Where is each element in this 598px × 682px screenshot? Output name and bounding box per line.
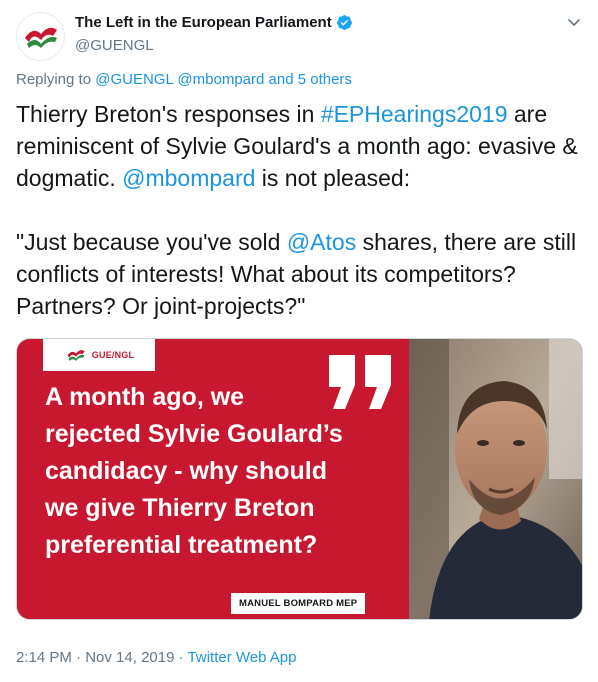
author-handle[interactable]: @GUENGL [75,37,154,54]
media-red-panel: GUE/NGL A month ago, we rejected Sylvie … [17,339,409,619]
headline-line: candidacy - why should [45,457,327,485]
avatar[interactable] [16,12,65,61]
media-logo: GUE/NGL [43,339,155,371]
headline-line: A month ago, we [45,383,245,411]
media-logo-text: GUE/NGL [91,350,135,360]
tweet-text-segment: is not pleased: [255,165,411,191]
reply-context: Replying to @GUENGL @mbompard and 5 othe… [16,71,352,88]
media-credit: MANUEL BOMPARD MEP [231,593,366,614]
headline-line: rejected Sylvie Goulard’s [45,420,343,448]
tweet-text-segment: Thierry Breton's responses in [16,101,321,127]
tweet-text-segment: "Just because you've sold [16,229,287,255]
tweet-paragraph-1: Thierry Breton's responses in #EPHearing… [16,98,584,194]
guengl-flag-icon [67,350,85,361]
tweet-media-image[interactable]: GUE/NGL A month ago, we rejected Sylvie … [16,338,583,620]
author-display-name[interactable]: The Left in the European Parliament [75,14,332,31]
tweet-footer: 2:14 PM · Nov 14, 2019 · Twitter Web App [16,649,296,666]
reply-mention-mbompard[interactable]: @mbompard [177,71,264,88]
headline-line: we give Thierry Breton [45,494,315,522]
tweet-date[interactable]: Nov 14, 2019 [85,649,174,666]
hashtag-link[interactable]: #EPHearings2019 [321,101,508,127]
verified-badge-icon [336,15,352,30]
mention-mbompard-link[interactable]: @mbompard [122,165,255,191]
reply-prefix: Replying to [16,71,92,88]
separator: · [178,649,184,666]
author-name-row[interactable]: The Left in the European Parliament [75,14,353,31]
reply-others-link[interactable]: and 5 others [269,71,352,88]
tweet-time[interactable]: 2:14 PM [16,649,72,666]
headline-line: preferential treatment? [45,531,318,559]
reply-mention-guengl[interactable]: @GUENGL [95,71,173,88]
tweet-source-link[interactable]: Twitter Web App [188,649,297,666]
media-photo [409,339,582,619]
tweet-text: Thierry Breton's responses in #EPHearing… [16,98,584,322]
media-headline: A month ago, we rejected Sylvie Goulard’… [45,379,405,564]
portrait-photo [409,339,582,619]
separator: · [76,649,82,666]
guengl-logo-icon [24,27,57,48]
mention-atos-link[interactable]: @Atos [287,229,356,255]
tweet-paragraph-2: "Just because you've sold @Atos shares, … [16,226,584,322]
chevron-down-icon[interactable] [566,14,582,30]
